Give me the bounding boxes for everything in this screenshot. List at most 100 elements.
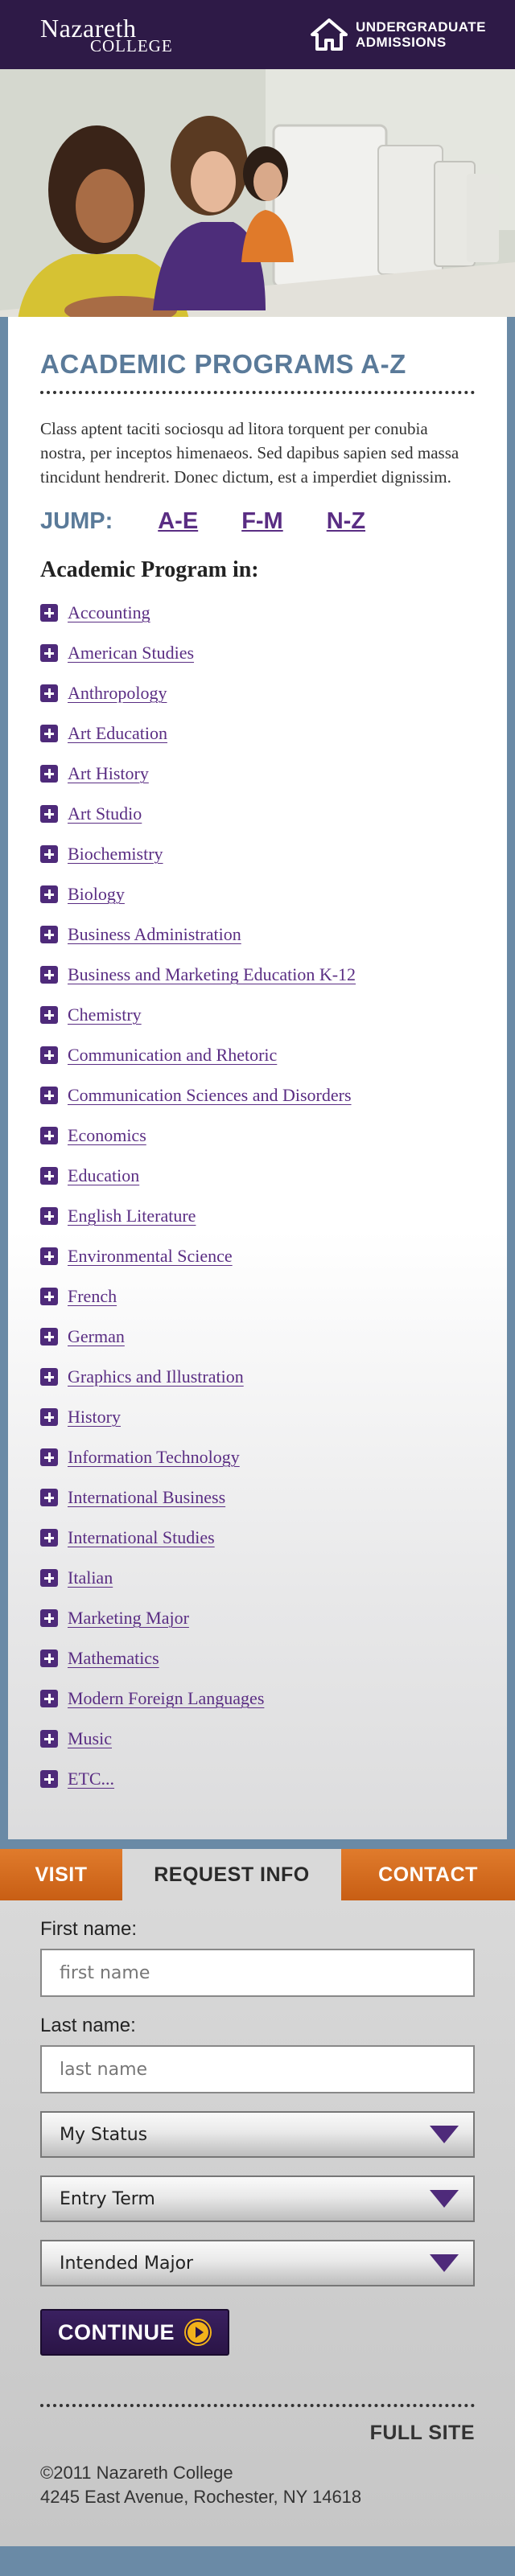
plus-icon[interactable]: [40, 1690, 58, 1707]
jump-link-a-e[interactable]: A-E: [158, 508, 198, 535]
list-item: International Studies: [40, 1518, 475, 1558]
program-link[interactable]: German: [68, 1326, 125, 1347]
plus-icon[interactable]: [40, 1770, 58, 1788]
program-link[interactable]: Economics: [68, 1125, 146, 1146]
program-link[interactable]: Business Administration: [68, 924, 241, 945]
entry-term-select-value: Entry Term: [60, 2188, 155, 2209]
program-link[interactable]: American Studies: [68, 643, 194, 664]
program-link[interactable]: Accounting: [68, 602, 150, 623]
status-select[interactable]: My Status: [40, 2111, 475, 2158]
list-item: Music: [40, 1719, 475, 1759]
list-item: Italian: [40, 1558, 475, 1598]
entry-term-select[interactable]: Entry Term: [40, 2175, 475, 2222]
plus-icon[interactable]: [40, 684, 58, 702]
students-at-computers-image: [0, 69, 515, 343]
program-link[interactable]: Marketing Major: [68, 1608, 189, 1629]
program-link[interactable]: History: [68, 1407, 121, 1428]
program-link[interactable]: Modern Foreign Languages: [68, 1688, 264, 1709]
program-link[interactable]: Art History: [68, 763, 149, 784]
program-link[interactable]: Art Education: [68, 723, 167, 744]
program-link[interactable]: ETC...: [68, 1769, 114, 1789]
plus-icon[interactable]: [40, 1127, 58, 1144]
plus-icon[interactable]: [40, 1489, 58, 1506]
plus-icon[interactable]: [40, 1207, 58, 1225]
program-list: Accounting American Studies Anthropology Ar…: [40, 593, 475, 1799]
page-title: ACADEMIC PROGRAMS A-Z: [40, 349, 475, 394]
program-link[interactable]: English Literature: [68, 1206, 196, 1226]
plus-icon[interactable]: [40, 845, 58, 863]
plus-icon[interactable]: [40, 1167, 58, 1185]
plus-icon[interactable]: [40, 1650, 58, 1667]
program-link[interactable]: Italian: [68, 1567, 113, 1588]
list-item: English Literature: [40, 1196, 475, 1236]
program-link[interactable]: Biology: [68, 884, 125, 905]
plus-icon[interactable]: [40, 966, 58, 984]
list-item: American Studies: [40, 633, 475, 673]
program-link[interactable]: Business and Marketing Education K-12: [68, 964, 356, 985]
full-site-link[interactable]: FULL SITE: [40, 2422, 475, 2445]
list-item: German: [40, 1317, 475, 1357]
program-link[interactable]: Communication Sciences and Disorders: [68, 1085, 352, 1106]
plus-icon[interactable]: [40, 1247, 58, 1265]
list-item: Marketing Major: [40, 1598, 475, 1638]
program-link[interactable]: International Business: [68, 1487, 225, 1508]
plus-icon[interactable]: [40, 1609, 58, 1627]
plus-icon[interactable]: [40, 1730, 58, 1748]
plus-icon[interactable]: [40, 1368, 58, 1386]
tab-visit[interactable]: VISIT: [0, 1849, 122, 1900]
program-link[interactable]: French: [68, 1286, 117, 1307]
plus-icon[interactable]: [40, 1408, 58, 1426]
jump-nav: JUMP: A-E F-M N-Z: [40, 508, 475, 535]
list-item: Communication and Rhetoric: [40, 1035, 475, 1075]
list-item: Art Studio: [40, 794, 475, 834]
list-item: Art History: [40, 754, 475, 794]
plus-icon[interactable]: [40, 1448, 58, 1466]
plus-icon[interactable]: [40, 1087, 58, 1104]
site-header: Nazareth COLLEGE UNDERGRADUATE ADMISSION…: [0, 0, 515, 69]
intended-major-select[interactable]: Intended Major: [40, 2240, 475, 2286]
plus-icon[interactable]: [40, 604, 58, 622]
plus-icon[interactable]: [40, 1569, 58, 1587]
jump-link-f-m[interactable]: F-M: [241, 508, 283, 535]
program-link[interactable]: Environmental Science: [68, 1246, 233, 1267]
list-item: Business Administration: [40, 914, 475, 955]
jump-link-n-z[interactable]: N-Z: [327, 508, 365, 535]
program-link[interactable]: Mathematics: [68, 1648, 159, 1669]
list-item: Modern Foreign Languages: [40, 1678, 475, 1719]
last-name-field[interactable]: [40, 2045, 475, 2093]
program-link[interactable]: Chemistry: [68, 1005, 142, 1025]
program-link[interactable]: Anthropology: [68, 683, 167, 704]
plus-icon[interactable]: [40, 1328, 58, 1346]
plus-icon[interactable]: [40, 765, 58, 783]
plus-icon[interactable]: [40, 1046, 58, 1064]
plus-icon[interactable]: [40, 885, 58, 903]
intro-paragraph: Class aptent taciti sociosqu ad litora t…: [40, 419, 459, 487]
program-link[interactable]: International Studies: [68, 1527, 215, 1548]
list-item: Business and Marketing Education K-12: [40, 955, 475, 995]
plus-icon[interactable]: [40, 1529, 58, 1547]
academic-programs-card: ACADEMIC PROGRAMS A-Z Class aptent tacit…: [8, 317, 507, 1839]
plus-icon[interactable]: [40, 926, 58, 943]
plus-icon[interactable]: [40, 725, 58, 742]
plus-icon[interactable]: [40, 644, 58, 662]
tab-request-info[interactable]: REQUEST INFO: [122, 1849, 341, 1900]
continue-button[interactable]: CONTINUE: [40, 2309, 229, 2356]
last-name-label: Last name:: [40, 2015, 136, 2036]
program-link[interactable]: Art Studio: [68, 803, 142, 824]
plus-icon[interactable]: [40, 805, 58, 823]
plus-icon[interactable]: [40, 1006, 58, 1024]
program-link[interactable]: Education: [68, 1165, 139, 1186]
footer-copyright: ©2011 Nazareth College 4245 East Avenue,…: [40, 2461, 475, 2546]
first-name-field[interactable]: [40, 1949, 475, 1997]
list-item: Environmental Science: [40, 1236, 475, 1276]
plus-icon[interactable]: [40, 1288, 58, 1305]
program-link[interactable]: Biochemistry: [68, 844, 163, 865]
undergraduate-admissions-link[interactable]: UNDERGRADUATE ADMISSIONS: [310, 18, 486, 51]
program-link[interactable]: Communication and Rhetoric: [68, 1045, 277, 1066]
program-link[interactable]: Graphics and Illustration: [68, 1366, 244, 1387]
program-link[interactable]: Music: [68, 1728, 112, 1749]
dropdown-arrow-icon: [430, 2190, 459, 2208]
nazareth-college-logo[interactable]: Nazareth COLLEGE: [40, 15, 173, 55]
program-link[interactable]: Information Technology: [68, 1447, 240, 1468]
tab-contact[interactable]: CONTACT: [341, 1849, 515, 1900]
